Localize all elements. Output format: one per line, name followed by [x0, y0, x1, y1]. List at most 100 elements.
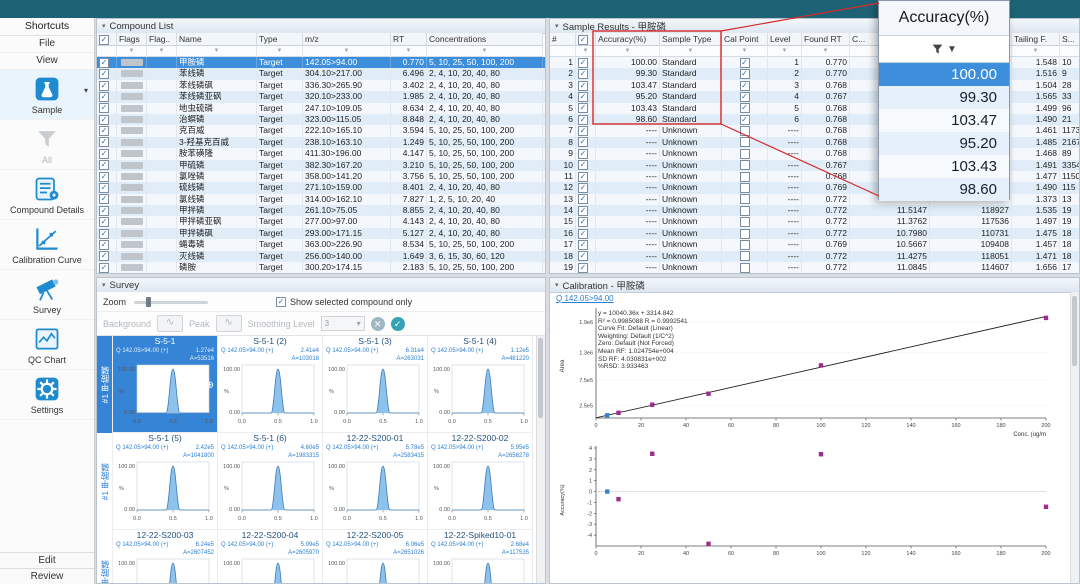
menu-view[interactable]: View: [0, 53, 94, 70]
sample-row[interactable]: 17✓----Unknown----0.76910.56671094081.45…: [550, 239, 1079, 250]
zoom-slider[interactable]: [134, 296, 208, 308]
sample-col-accuracy[interactable]: Accuracy(%): [596, 33, 660, 46]
compound-row[interactable]: ✓苯线磷亚砜Target320.10>233.001.9852, 4, 10, …: [97, 91, 545, 102]
column-filter-icon[interactable]: [550, 46, 576, 57]
checkbox[interactable]: ✓: [578, 217, 588, 227]
checkbox[interactable]: ✓: [578, 160, 588, 170]
compound-row[interactable]: ✓磷胺Target300.20>174.152.1835, 10, 25, 50…: [97, 262, 545, 273]
dropdown-caret-icon[interactable]: ▾: [84, 86, 88, 95]
checkbox[interactable]: ✓: [99, 206, 109, 216]
sample-row[interactable]: 16✓----Unknown----0.77210.79801107311.47…: [550, 228, 1079, 239]
checkbox[interactable]: [740, 194, 750, 204]
survey-tile[interactable]: S-5-1 (5)Q 142.05>94.00 (+)2.42e5A=10418…: [113, 433, 218, 530]
sample-row[interactable]: 15✓----Unknown----0.77211.37621175361.49…: [550, 216, 1079, 227]
survey-tile[interactable]: 12-22-S200-05Q 142.05>94.00 (+)6.06e5A=2…: [323, 530, 428, 583]
sample-col-s[interactable]: S...: [1060, 33, 1079, 46]
checkbox[interactable]: ✓: [99, 229, 109, 239]
compound-row[interactable]: ✓氯线磷Target314.00>162.107.8271, 2, 5, 10,…: [97, 194, 545, 205]
footer-item-edit[interactable]: Edit: [0, 552, 94, 568]
compound-col-rt[interactable]: RT: [391, 33, 427, 46]
checkbox[interactable]: ✓: [578, 183, 588, 193]
checkbox[interactable]: ✓: [578, 194, 588, 204]
column-filter-icon[interactable]: ▼: [660, 46, 722, 57]
collapse-caret-icon[interactable]: ▾: [102, 281, 106, 289]
sample-col-[interactable]: #: [550, 33, 576, 46]
compound-row[interactable]: ✓氯唑磷Target358.00>141.203.7565, 10, 25, 5…: [97, 171, 545, 182]
calibration-scrollbar[interactable]: [1070, 292, 1079, 583]
column-filter-icon[interactable]: ▼: [257, 46, 303, 57]
collapse-caret-icon[interactable]: ▾: [555, 281, 559, 289]
checkbox[interactable]: ✓: [578, 172, 588, 182]
sample-row[interactable]: 19✓----Unknown----0.77211.08451146071.65…: [550, 262, 1079, 273]
checkbox[interactable]: ✓: [578, 251, 588, 261]
column-filter-icon[interactable]: ▼: [177, 46, 257, 57]
checkbox[interactable]: ✓: [740, 58, 750, 68]
checkbox[interactable]: [740, 263, 750, 273]
checkbox[interactable]: ✓: [578, 229, 588, 239]
background-tool-button[interactable]: ∿: [157, 315, 183, 332]
checkbox[interactable]: ✓: [99, 263, 109, 273]
column-filter-icon[interactable]: ▼: [391, 46, 427, 57]
compound-row[interactable]: ✓胺苯磺隆Target411.30>196.004.1475, 10, 25, …: [97, 148, 545, 159]
column-filter-icon[interactable]: ▼: [117, 46, 147, 57]
survey-tile[interactable]: S-5-1Q 142.05>94.00 (+)1.27e4A=53516100.…: [113, 336, 218, 433]
checkbox[interactable]: ✓: [99, 126, 109, 136]
compound-row[interactable]: ✓灭线磷Target256.00>140.001.6493, 6, 15, 30…: [97, 251, 545, 262]
sample-col-cal-point[interactable]: Cal Point: [722, 33, 768, 46]
checkbox[interactable]: ✓: [99, 217, 109, 227]
compound-row[interactable]: ✓甲拌磷砜Target293.00>171.155.1272, 4, 10, 2…: [97, 228, 545, 239]
survey-tile[interactable]: 12-22-S200-02Q 142.05>94.00 (+)5.95e5A=2…: [428, 433, 533, 530]
sidebar-item-qc-chart[interactable]: QC Chart: [0, 320, 94, 370]
survey-tile[interactable]: 12-22-S200-03Q 142.05>94.00 (+)6.24e5A=2…: [113, 530, 218, 583]
collapse-caret-icon[interactable]: ▾: [102, 22, 106, 30]
checkbox[interactable]: ✓: [99, 183, 109, 193]
compound-row[interactable]: ✓甲胺磷Target142.05>94.000.7705, 10, 25, 50…: [97, 57, 545, 68]
sample-col-found-rt[interactable]: Found RT: [802, 33, 850, 46]
column-filter-icon[interactable]: ▼: [1060, 46, 1079, 57]
survey-tile[interactable]: S-5-1 (3)Q 142.05>94.00 (+)6.31e4A=26303…: [323, 336, 428, 433]
checkbox[interactable]: ✓: [99, 240, 109, 250]
checkbox[interactable]: [740, 206, 750, 216]
compound-row[interactable]: ✓治螟磷Target323.00>115.058.8482, 4, 10, 20…: [97, 114, 545, 125]
sidebar-item-sample[interactable]: ▾Sample: [0, 70, 94, 120]
checkbox[interactable]: [740, 160, 750, 170]
magnified-filter-cell[interactable]: ▼: [879, 36, 1009, 63]
compound-row[interactable]: ✓甲拌磷Target261.10>75.058.8552, 4, 10, 20,…: [97, 205, 545, 216]
compound-row[interactable]: ✓苯线磷砜Target336.30>265.903.4022, 4, 10, 2…: [97, 80, 545, 91]
compound-row[interactable]: ✓蝇毒磷Target363.00>226.908.5345, 10, 25, 5…: [97, 239, 545, 250]
checkbox[interactable]: ✓: [276, 297, 286, 307]
checkbox[interactable]: ✓: [99, 160, 109, 170]
checkbox[interactable]: ✓: [578, 92, 588, 102]
peak-tool-button[interactable]: ∿: [216, 315, 242, 332]
survey-tile[interactable]: S-5-1 (2)Q 142.05>94.00 (+)2.41e4A=10301…: [218, 336, 323, 433]
compound-row[interactable]: ✓地虫硫磷Target247.10>109.058.6342, 4, 10, 2…: [97, 103, 545, 114]
checkbox[interactable]: ✓: [578, 263, 588, 273]
checkbox[interactable]: ✓: [578, 149, 588, 159]
column-filter-icon[interactable]: ▼: [1012, 46, 1060, 57]
checkbox[interactable]: ✓: [740, 103, 750, 113]
sidebar-item-compound-details[interactable]: Compound Details: [0, 170, 94, 220]
footer-item-review[interactable]: Review: [0, 568, 94, 584]
checkbox[interactable]: [740, 251, 750, 261]
checkbox[interactable]: ✓: [740, 69, 750, 79]
column-filter-icon[interactable]: ▼: [303, 46, 391, 57]
checkbox[interactable]: [740, 240, 750, 250]
compound-col-flags[interactable]: Flags: [117, 33, 147, 46]
compound-col-name[interactable]: Name: [177, 33, 257, 46]
sidebar-item-survey[interactable]: Survey: [0, 270, 94, 320]
compound-row[interactable]: ✓克百威Target222.10>165.103.5945, 10, 25, 5…: [97, 125, 545, 136]
checkbox[interactable]: ✓: [99, 69, 109, 79]
column-filter-icon[interactable]: ▼: [768, 46, 802, 57]
sample-col-sample-type[interactable]: Sample Type: [660, 33, 722, 46]
menu-file[interactable]: File: [0, 36, 94, 53]
sidebar-item-calibration-curve[interactable]: Calibration Curve: [0, 220, 94, 270]
compound-col-check[interactable]: ✓: [97, 33, 117, 46]
survey-tile[interactable]: 12-22-Spiked10-01Q 142.05>94.00 (+)2.68e…: [428, 530, 533, 583]
column-filter-icon[interactable]: ▼: [596, 46, 660, 57]
checkbox[interactable]: [740, 149, 750, 159]
checkbox[interactable]: ✓: [578, 206, 588, 216]
checkbox[interactable]: [740, 126, 750, 136]
checkbox[interactable]: ✓: [578, 103, 588, 113]
column-filter-icon[interactable]: ▼: [802, 46, 850, 57]
sample-row[interactable]: 14✓----Unknown----0.77211.51471189271.53…: [550, 205, 1079, 216]
